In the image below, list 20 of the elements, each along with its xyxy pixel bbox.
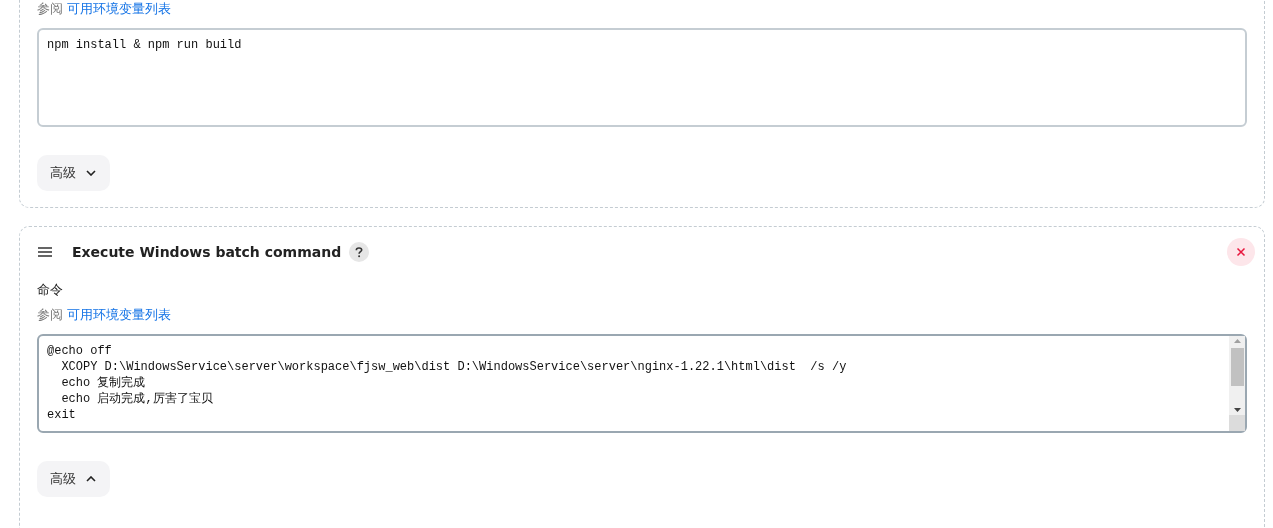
env-vars-link[interactable]: 可用环境变量列表 <box>67 1 171 18</box>
chevron-up-icon <box>86 476 96 482</box>
chevron-down-icon <box>86 170 96 176</box>
help-button[interactable] <box>349 242 370 262</box>
see-text: 参阅 <box>37 307 63 324</box>
step-title: Execute Windows batch command <box>72 244 342 260</box>
see-text: 参阅 <box>37 1 63 18</box>
advanced-button[interactable]: 高级 <box>37 155 110 191</box>
scroll-up-icon[interactable] <box>1232 336 1242 346</box>
env-vars-link[interactable]: 可用环境变量列表 <box>67 307 171 324</box>
delete-button[interactable] <box>1227 238 1255 266</box>
advanced-button[interactable]: 高级 <box>37 461 110 497</box>
close-icon <box>1236 247 1246 257</box>
field-label: 命令 <box>37 282 63 299</box>
resize-grip[interactable] <box>1229 415 1245 431</box>
drag-handle-icon[interactable] <box>37 246 53 258</box>
scrollbar[interactable] <box>1229 336 1245 431</box>
command-field[interactable]: npm install & npm run build <box>37 28 1247 127</box>
command-field[interactable]: @echo off XCOPY D:\WindowsService\server\workspace\fjsw_web\dist D:\WindowsService\server\nginx-1.22.1\html\dist /s /y echo 复制完成 echo 启动完成,厉害了宝贝 exit <box>37 334 1247 433</box>
help-icon <box>355 246 364 258</box>
